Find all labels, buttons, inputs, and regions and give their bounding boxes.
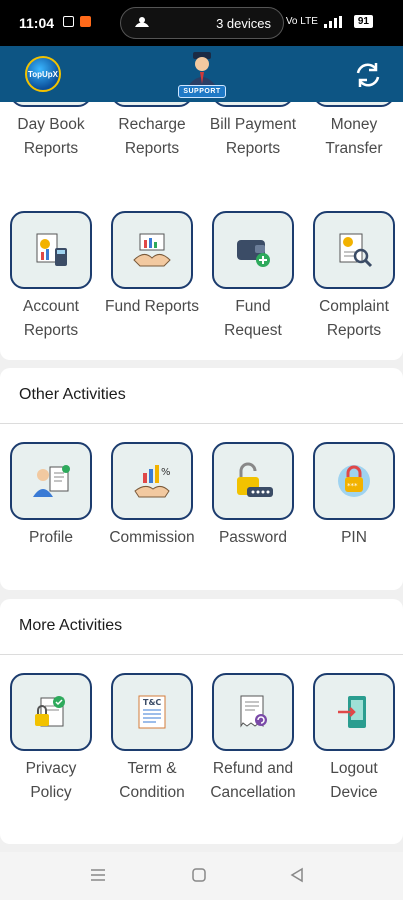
fund-reports-icon: [111, 211, 193, 289]
app-notification-icon: [80, 16, 91, 27]
tile-label: Complaint Reports: [319, 298, 389, 339]
tile-label: Day Book Reports: [17, 116, 85, 157]
divider: [0, 423, 403, 424]
tile-label: Commission: [109, 529, 195, 546]
support-badge: SUPPORT: [178, 85, 226, 98]
more-activities-card: More Activities Privacy Policy T&C Term …: [0, 599, 403, 844]
tile-label: PIN: [341, 529, 367, 546]
battery-indicator: 91: [353, 15, 373, 28]
network-label: Vo LTE: [285, 16, 318, 27]
tile-label: Profile: [29, 529, 73, 546]
cast-icon: [135, 17, 149, 27]
refresh-icon[interactable]: [354, 61, 382, 89]
support-button[interactable]: SUPPORT: [178, 50, 226, 100]
section-title-more-activities: More Activities: [19, 617, 123, 634]
section-title-other-activities: Other Activities: [19, 386, 126, 403]
app-header: TopUpX SUPPORT: [0, 46, 403, 102]
tile-label: Recharge Reports: [118, 116, 186, 157]
devices-label: 3 devices: [216, 15, 271, 31]
back-nav-icon[interactable]: [288, 866, 306, 884]
pin-lock-icon: ***: [313, 442, 395, 520]
tile-label: Refund and Cancellation: [210, 760, 296, 801]
privacy-policy-icon: [10, 673, 92, 751]
notification-icon: [63, 16, 74, 27]
password-lock-icon: [212, 442, 294, 520]
fund-request-icon: [212, 211, 294, 289]
system-nav-bar: [0, 852, 403, 900]
recharge-icon: [111, 102, 193, 107]
devices-pill[interactable]: 3 devices: [120, 7, 284, 39]
tile-label: Password: [218, 529, 288, 546]
tile-label: Fund Reports: [105, 298, 199, 315]
main-content[interactable]: Day Book Reports Recharge Reports Bill P…: [0, 102, 403, 852]
other-activities-card: Other Activities Profile % Commission Pa…: [0, 368, 403, 590]
money-transfer-icon: [313, 102, 395, 107]
menu-nav-icon[interactable]: [89, 866, 107, 884]
terms-icon: T&C: [111, 673, 193, 751]
commission-icon: %: [111, 442, 193, 520]
svg-text:T&C: T&C: [143, 698, 161, 707]
logout-device-icon: [313, 673, 395, 751]
reports-card: Day Book Reports Recharge Reports Bill P…: [0, 102, 403, 360]
tile-label: Account Reports: [22, 298, 79, 339]
account-reports-icon: [10, 211, 92, 289]
logo-text: TopUpX: [27, 69, 59, 79]
complaint-reports-icon: [313, 211, 395, 289]
refund-icon: [212, 673, 294, 751]
divider: [0, 654, 403, 655]
signal-icon: [323, 15, 342, 28]
tile-label: Fund Request: [224, 298, 282, 339]
status-bar: 11:04 3 devices Vo LTE 91: [0, 0, 403, 46]
bill-icon: [212, 102, 294, 107]
day-book-icon: [10, 102, 92, 107]
status-time: 11:04: [19, 15, 55, 31]
svg-text:***: ***: [347, 482, 358, 490]
tile-label: Logout Device: [330, 760, 378, 801]
home-nav-icon[interactable]: [190, 866, 208, 884]
app-logo: TopUpX: [25, 56, 61, 92]
support-agent-icon: [188, 52, 216, 86]
tile-label: Privacy Policy: [25, 760, 77, 801]
tile-label: Money Transfer: [325, 116, 383, 157]
tile-label: Term & Condition: [119, 760, 185, 801]
tile-label: Bill Payment Reports: [209, 116, 297, 157]
profile-icon: [10, 442, 92, 520]
svg-text:%: %: [161, 467, 171, 478]
